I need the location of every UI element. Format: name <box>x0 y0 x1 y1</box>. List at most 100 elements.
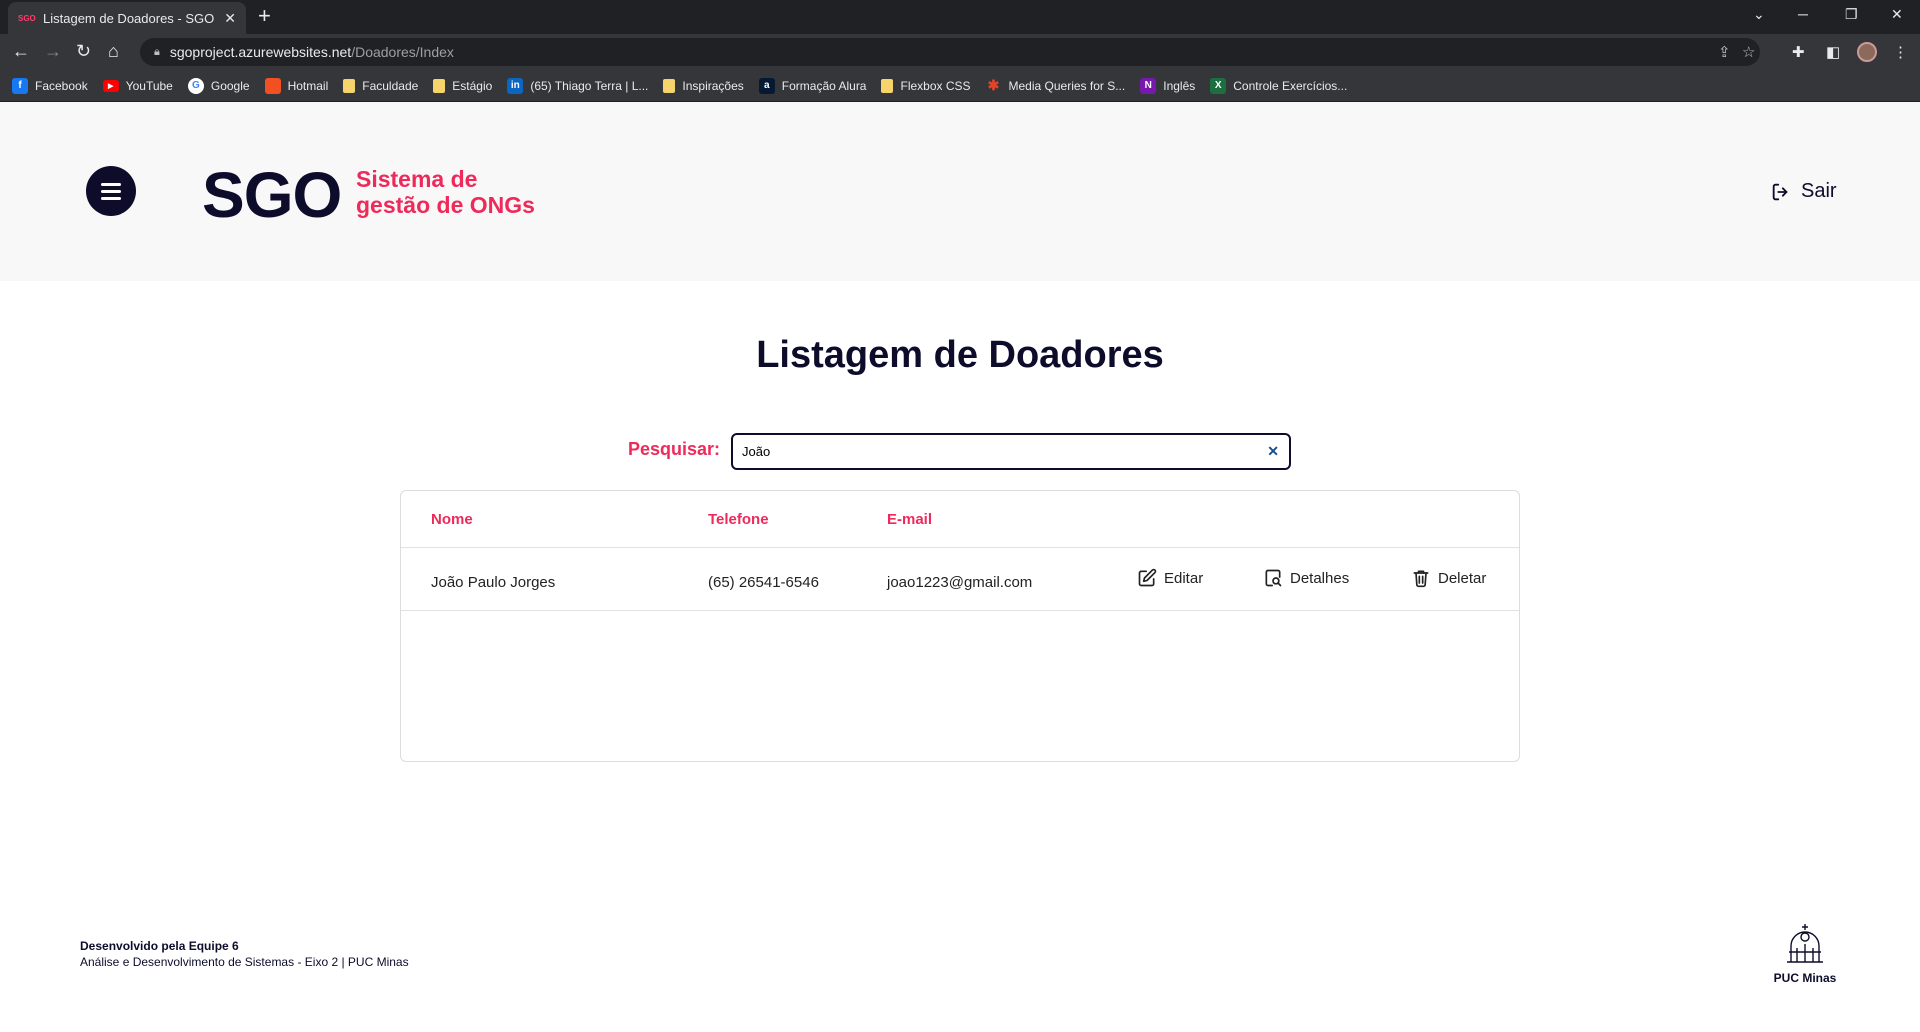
microsoft-icon <box>264 77 281 94</box>
logout-button[interactable]: Sair <box>1770 180 1837 203</box>
profile-avatar[interactable] <box>1857 42 1877 62</box>
bookmark-label: Inspirações <box>682 78 744 93</box>
logo-line-2: gestão de ONGs <box>356 192 535 218</box>
folder-icon <box>881 78 894 93</box>
address-bar[interactable]: 🔒︎ sgoproject.azurewebsites.net/Doadores… <box>140 38 1760 66</box>
details-button[interactable]: Detalhes <box>1263 568 1349 588</box>
donors-table: Nome Telefone E-mail João Paulo Jorges (… <box>400 490 1520 762</box>
hamburger-menu-button[interactable] <box>86 166 136 216</box>
delete-button[interactable]: Deletar <box>1411 568 1486 588</box>
bookmark-item[interactable]: Hotmail <box>264 77 329 94</box>
logo-mark: SGO <box>202 159 342 231</box>
logo-line-1: Sistema de <box>356 166 478 192</box>
excel-icon: X <box>1210 77 1227 94</box>
bookmark-item[interactable]: in (65) Thiago Terra | L... <box>507 77 649 94</box>
restore-icon[interactable]: ❐ <box>1845 6 1858 23</box>
side-panel-icon[interactable]: ◧ <box>1826 43 1840 61</box>
logo-text: Sistema de gestão de ONGs <box>356 166 535 218</box>
bookmark-item[interactable]: Estágio <box>433 78 493 93</box>
tab-search-icon[interactable]: ⌄ <box>1753 6 1765 23</box>
window-close-icon[interactable]: ✕ <box>1891 6 1903 23</box>
bookmark-item[interactable]: X Controle Exercícios... <box>1210 77 1348 94</box>
tab-title: Listagem de Doadores - SGO <box>43 10 215 26</box>
bookmark-star-icon[interactable]: ☆ <box>1742 43 1755 61</box>
trash-icon <box>1413 570 1429 588</box>
share-icon[interactable]: ⇪ <box>1718 43 1731 61</box>
home-icon[interactable]: ⌂ <box>108 41 119 61</box>
bookmark-label: (65) Thiago Terra | L... <box>530 78 649 93</box>
details-icon <box>1265 569 1282 587</box>
bookmark-item[interactable]: a Formação Alura <box>758 77 867 94</box>
bookmark-label: Hotmail <box>287 78 329 93</box>
puc-minas-name: PUC Minas <box>1773 971 1837 985</box>
url-host: sgoproject.azurewebsites.net <box>169 44 352 60</box>
forward-icon[interactable]: → <box>44 41 62 61</box>
folder-icon <box>663 78 676 93</box>
browser-toolbar: ← → ↻ ⌂ 🔒︎ sgoproject.azurewebsites.net /… <box>0 34 1920 70</box>
url-path: /Doadores/Index <box>351 44 454 60</box>
bookmark-label: Faculdade <box>362 78 419 93</box>
puc-minas-logo: PUC Minas <box>1770 922 1840 985</box>
edit-icon <box>1138 568 1157 587</box>
bookmark-item[interactable]: Inspirações <box>663 78 744 93</box>
menu-line <box>101 189 121 193</box>
bookmark-item[interactable]: ▶ YouTube <box>102 78 173 93</box>
bookmark-label: Formação Alura <box>781 78 867 93</box>
reload-icon[interactable]: ↻ <box>76 41 91 61</box>
lock-icon: 🔒︎ <box>154 45 160 58</box>
bookmark-label: Controle Exercícios... <box>1233 78 1348 93</box>
linkedin-icon: in <box>507 77 524 94</box>
menu-dots-icon[interactable]: ⋮ <box>1893 43 1908 61</box>
folder-icon <box>343 78 356 93</box>
page-title: Listagem de Doadores <box>756 334 1164 376</box>
edit-label: Editar <box>1164 569 1204 587</box>
bookmark-item[interactable]: Faculdade <box>343 78 419 93</box>
menu-line <box>101 196 121 200</box>
browser-tab[interactable]: SGO Listagem de Doadores - SGO ✕ <box>8 2 246 34</box>
bookmark-item[interactable]: f Facebook <box>12 77 88 94</box>
bookmark-item[interactable]: G Google <box>187 77 250 94</box>
bookmark-label: Media Queries for S... <box>1008 78 1126 93</box>
bookmark-label: Flexbox CSS <box>900 78 971 93</box>
bookmark-item[interactable]: Flexbox CSS <box>881 78 971 93</box>
bookmark-label: Estágio <box>452 78 493 93</box>
bookmark-label: YouTube <box>125 78 173 93</box>
onenote-icon: N <box>1140 77 1157 94</box>
logout-icon <box>1772 183 1788 200</box>
logout-label: Sair <box>1801 180 1837 202</box>
asterisk-icon: ✱ <box>987 77 1000 93</box>
clear-search-icon[interactable]: ✕ <box>1267 443 1279 460</box>
puc-minas-crest-icon <box>1787 924 1823 963</box>
donor-name: João Paulo Jorges <box>431 574 556 591</box>
footer-credits: Desenvolvido pela Equipe 6 Análise e Des… <box>80 938 409 970</box>
bookmark-label: Facebook <box>35 78 88 93</box>
search-label: Pesquisar: <box>628 439 721 459</box>
google-icon: G <box>187 77 204 94</box>
footer-course: Análise e Desenvolvimento de Sistemas - … <box>80 955 409 969</box>
edit-button[interactable]: Editar <box>1137 568 1203 588</box>
delete-label: Deletar <box>1438 569 1487 587</box>
search-input[interactable] <box>733 435 1233 468</box>
column-header-telefone: Telefone <box>708 511 769 528</box>
extensions-icon[interactable]: ✚ <box>1792 43 1805 61</box>
minimize-icon[interactable]: ─ <box>1798 6 1808 22</box>
alura-icon: a <box>758 77 775 94</box>
bookmark-label: Google <box>210 78 250 93</box>
site-header: SGO Sistema de gestão de ONGs Sair <box>0 102 1920 281</box>
donor-email: joao1223@gmail.com <box>887 574 1033 591</box>
footer-team: Desenvolvido pela Equipe 6 <box>80 939 239 953</box>
close-icon[interactable]: ✕ <box>224 10 236 27</box>
search-box: ✕ <box>731 433 1291 470</box>
table-row: João Paulo Jorges (65) 26541-6546 joao12… <box>401 548 1519 611</box>
browser-tab-strip: SGO Listagem de Doadores - SGO ✕ + ⌄ ─ ❐… <box>0 0 1920 34</box>
facebook-icon: f <box>12 77 28 94</box>
tab-favicon-icon: SGO <box>18 13 36 23</box>
bookmark-item[interactable]: N Inglês <box>1140 77 1195 94</box>
bookmark-item[interactable]: ✱ Media Queries for S... <box>986 77 1126 94</box>
menu-line <box>101 182 121 186</box>
column-header-nome: Nome <box>431 511 473 528</box>
new-tab-icon[interactable]: + <box>258 5 271 27</box>
back-icon[interactable]: ← <box>12 41 30 61</box>
donor-phone: (65) 26541-6546 <box>708 574 819 591</box>
youtube-icon: ▶ <box>102 79 119 92</box>
